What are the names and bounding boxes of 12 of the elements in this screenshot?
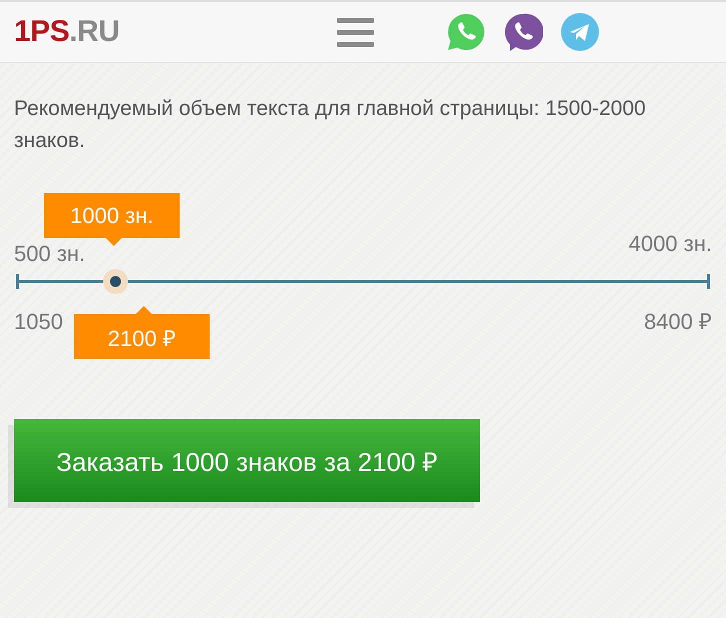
order-button[interactable]: Заказать 1000 знаков за 2100 ₽ — [14, 419, 480, 502]
phone-chat-icon[interactable] — [503, 12, 544, 52]
menu-icon[interactable] — [337, 18, 374, 46]
intro-text: Рекомендуемый объем текста для главной страницы: 1500-2000 знаков. — [14, 96, 647, 154]
max-price-label: 8400 ₽ — [644, 308, 712, 335]
price-tooltip: 2100 ₽ — [74, 306, 210, 359]
site-logo[interactable]: 1PS.RU — [14, 15, 120, 49]
min-price-label: 1050 — [14, 309, 63, 335]
slider-thumb[interactable] — [103, 269, 128, 294]
paper-plane-icon[interactable] — [560, 12, 600, 52]
volume-tooltip: 1000 зн. — [44, 193, 180, 246]
max-volume-label: 4000 зн. — [628, 231, 712, 257]
